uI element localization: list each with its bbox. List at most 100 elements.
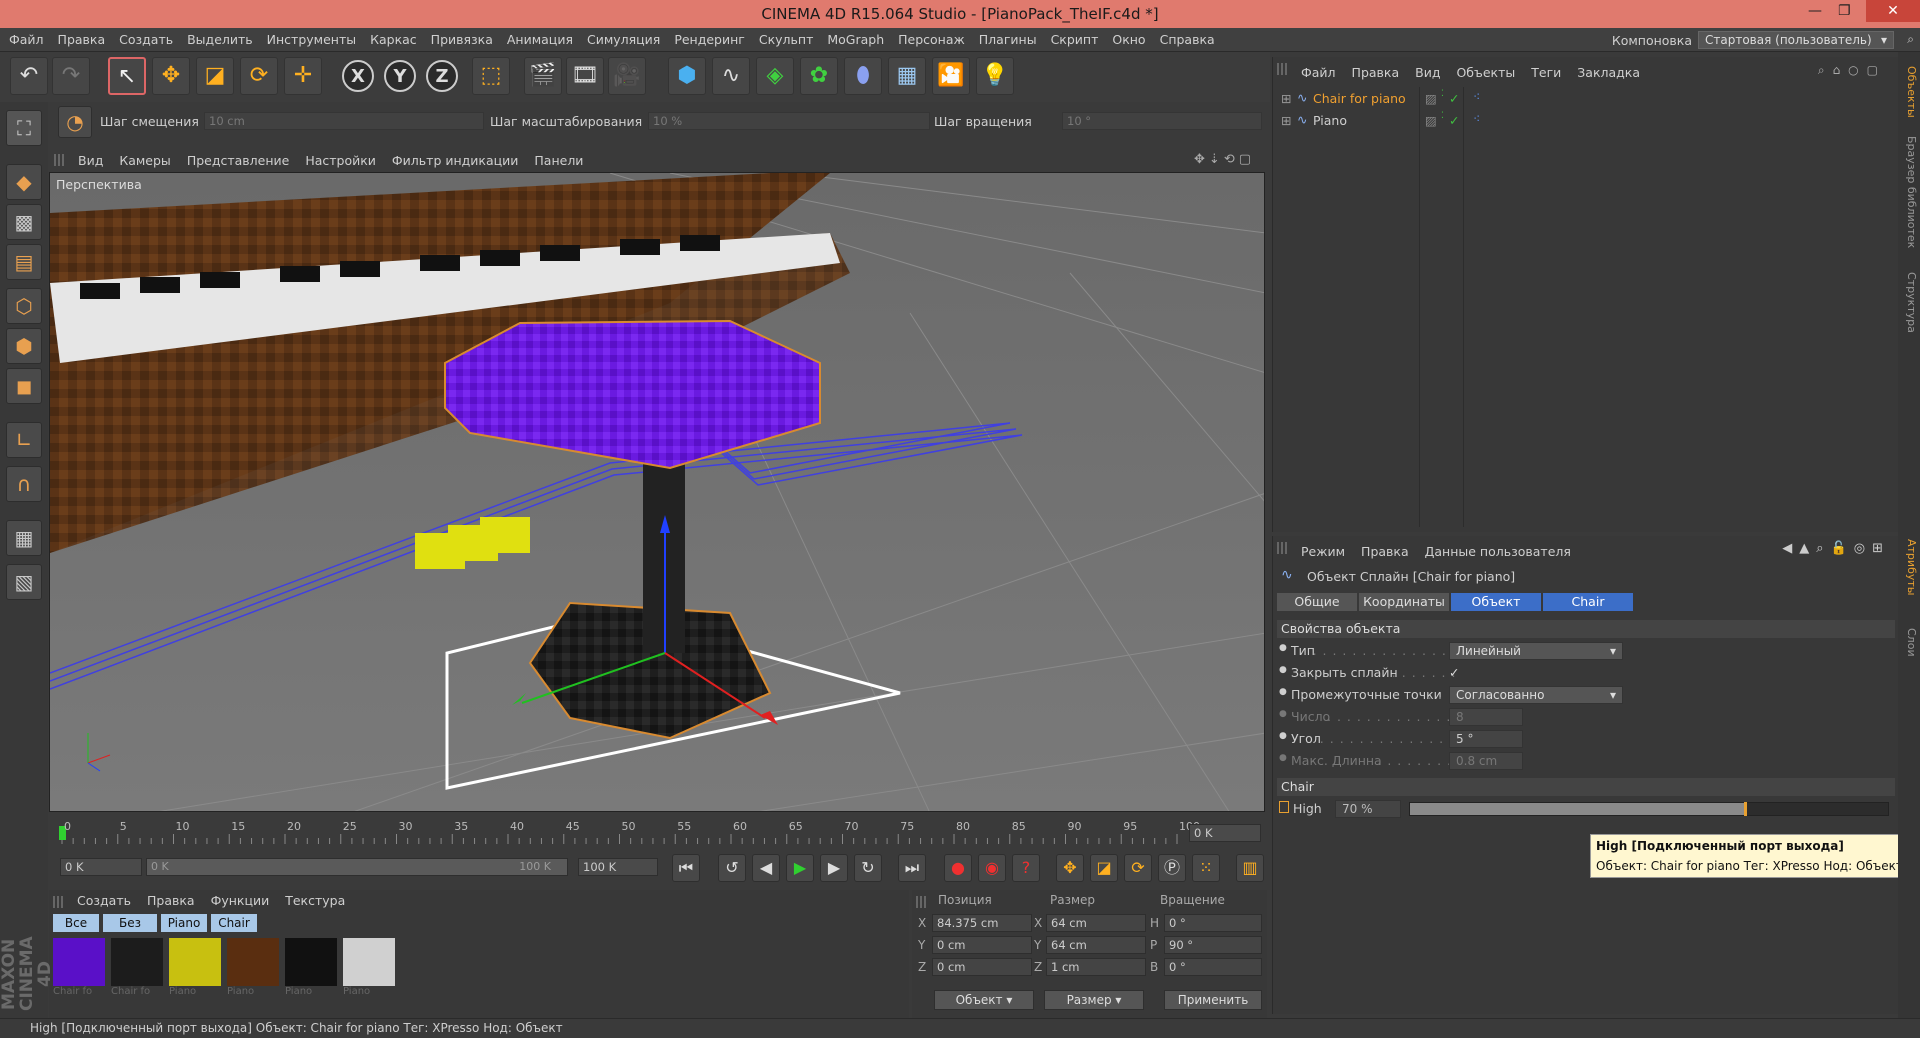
key-selection-button[interactable]: ? [1012,854,1040,882]
enabled-check-icon[interactable]: ✓ [1449,91,1459,106]
size-x-field[interactable]: 64 cm [1046,914,1146,932]
add-cube-button[interactable]: ⬢ [668,57,706,95]
key-rotation-button[interactable]: ⟳ [1124,854,1152,882]
attribute-menu-item-0[interactable]: Режим [1293,541,1353,562]
edges-mode-button[interactable]: ⬢ [6,328,42,364]
high-field[interactable]: 70 % [1335,800,1401,818]
material-swatch[interactable]: Piano [227,938,279,1000]
attribute-tab-1[interactable]: Координаты [1359,593,1449,611]
attribute-tab-0[interactable]: Общие [1277,593,1357,611]
rotation-b-field[interactable]: 0 ° [1164,958,1262,976]
menu-item-11[interactable]: MoGraph [820,28,891,47]
attribute-tab-2[interactable]: Объект [1451,593,1541,611]
key-parameter-button[interactable]: Ⓟ [1158,854,1186,882]
workplane-rotate-button[interactable]: ▧ [6,564,42,600]
material-menu-item-0[interactable]: Создать [69,890,139,911]
menu-item-6[interactable]: Привязка [424,28,500,47]
object-menu-item-4[interactable]: Теги [1523,62,1569,83]
redo-button[interactable]: ↷ [52,57,90,95]
layer-icon[interactable]: ▨ [1425,91,1437,106]
add-deformer-button[interactable]: ⬮ [844,57,882,95]
object-menu-item-2[interactable]: Вид [1407,62,1448,83]
attribute-menu-item-2[interactable]: Данные пользователя [1417,541,1579,562]
model-mode-button[interactable]: ⛶ [6,110,42,146]
current-frame-field[interactable]: 0 K [1189,824,1261,842]
property-number-field[interactable]: 0.8 cm [1449,752,1523,770]
xpresso-tag-icon[interactable]: ⁖ [1473,111,1480,126]
move-tool-button[interactable]: ✥ [152,57,190,95]
apply-button[interactable]: Применить [1164,990,1262,1010]
timeline-layout-button[interactable]: ▥ [1236,854,1264,882]
object-menu-item-0[interactable]: Файл [1293,62,1344,83]
previous-key-button[interactable]: ↺ [718,854,746,882]
expand-icon[interactable]: ⊞ [1281,113,1291,128]
rotation-p-field[interactable]: 90 ° [1164,936,1262,954]
render-view-button[interactable]: 🎬 [524,57,562,95]
key-position-button[interactable]: ✥ [1056,854,1084,882]
add-array-button[interactable]: ✿ [800,57,838,95]
axis-mode-button[interactable]: ∟ [6,422,42,458]
add-nurbs-button[interactable]: ◈ [756,57,794,95]
menu-item-15[interactable]: Окно [1105,28,1152,47]
layer-icon[interactable]: ▨ [1425,113,1437,128]
render-picture-viewer-button[interactable]: 🎞 [566,57,604,95]
menu-item-1[interactable]: Правка [51,28,113,47]
material-menu-item-3[interactable]: Текстура [277,890,353,911]
go-to-end-button[interactable]: ⏭ [898,854,926,882]
scale-tool-button[interactable]: ◪ [196,57,234,95]
material-swatch[interactable]: Chair fo [53,938,105,1000]
object-mode-button[interactable]: ◆ [6,164,42,200]
x-axis-toggle[interactable]: X [342,60,374,92]
polygons-mode-button[interactable]: ◼ [6,368,42,404]
side-tab-4[interactable]: Слои [1900,612,1918,672]
menu-item-5[interactable]: Каркас [363,28,424,47]
viewport-menu-item-3[interactable]: Настройки [297,150,384,168]
add-spline-button[interactable]: ∿ [712,57,750,95]
menu-item-4[interactable]: Инструменты [260,28,363,47]
menu-item-13[interactable]: Плагины [972,28,1044,47]
material-tab-0[interactable]: Все [53,914,99,932]
search-icon[interactable]: ⌕ [1907,32,1914,47]
play-button[interactable]: ▶ [786,854,814,882]
end-frame-field[interactable]: 100 K [578,858,658,876]
attribute-nav-icons[interactable]: ◀▲⌕🔓◎⊞ [1782,541,1890,556]
object-row[interactable]: ⊞ ∿ Chair for piano ▨ ⁚ ✓ ⁖ [1277,89,1895,109]
rotate-step-field[interactable]: 10 ° [1062,112,1262,130]
menu-item-8[interactable]: Симуляция [580,28,667,47]
visibility-dots-icon[interactable]: ⁚ [1441,111,1444,121]
next-frame-button[interactable]: ▶ [820,854,848,882]
viewport-perspective[interactable]: Перспектива [49,172,1265,812]
material-tab-3[interactable]: Chair [211,914,257,932]
side-tab-2[interactable]: Структура [1900,262,1918,342]
property-dropdown[interactable]: Линейный ▾ [1449,642,1623,660]
side-tab-3[interactable]: Атрибуты [1900,532,1918,602]
position-z-field[interactable]: 0 cm [932,958,1032,976]
viewport-nav-icons[interactable]: ✥⇣⟲▢ [1194,152,1255,167]
material-tab-1[interactable]: Без слоя [103,914,157,948]
layout-dropdown[interactable]: Стартовая (пользователь) ▾ [1698,31,1894,49]
object-menu-item-1[interactable]: Правка [1344,62,1408,83]
workplane-lock-button[interactable]: ▦ [6,520,42,556]
size-z-field[interactable]: 1 cm [1046,958,1146,976]
side-tab-1[interactable]: Браузер библиотек [1900,132,1918,252]
expand-icon[interactable]: ⊞ [1281,91,1291,106]
position-y-field[interactable]: 0 cm [932,936,1032,954]
viewport-menu-item-2[interactable]: Представление [179,150,298,168]
viewport-menu-item-1[interactable]: Камеры [111,150,178,168]
attribute-tab-3[interactable]: Chair [1543,593,1633,611]
undo-button[interactable]: ↶ [10,57,48,95]
menu-item-0[interactable]: Файл [2,28,51,47]
range-slider[interactable]: 0 K 100 K [146,858,568,876]
size-mode-dropdown[interactable]: Размер ▾ [1044,990,1144,1010]
menu-item-9[interactable]: Рендеринг [667,28,752,47]
menu-item-12[interactable]: Персонаж [891,28,972,47]
add-camera-button[interactable]: 🎦 [932,57,970,95]
workplane-mode-button[interactable]: ▤ [6,244,42,280]
close-spline-checkbox[interactable]: ✓ [1449,665,1459,680]
size-y-field[interactable]: 64 cm [1046,936,1146,954]
y-axis-toggle[interactable]: Y [384,60,416,92]
next-key-button[interactable]: ↻ [854,854,882,882]
object-menu-item-5[interactable]: Закладка [1569,62,1648,83]
maximize-icon[interactable]: ❐ [1838,3,1851,19]
add-light-button[interactable]: 💡 [976,57,1014,95]
